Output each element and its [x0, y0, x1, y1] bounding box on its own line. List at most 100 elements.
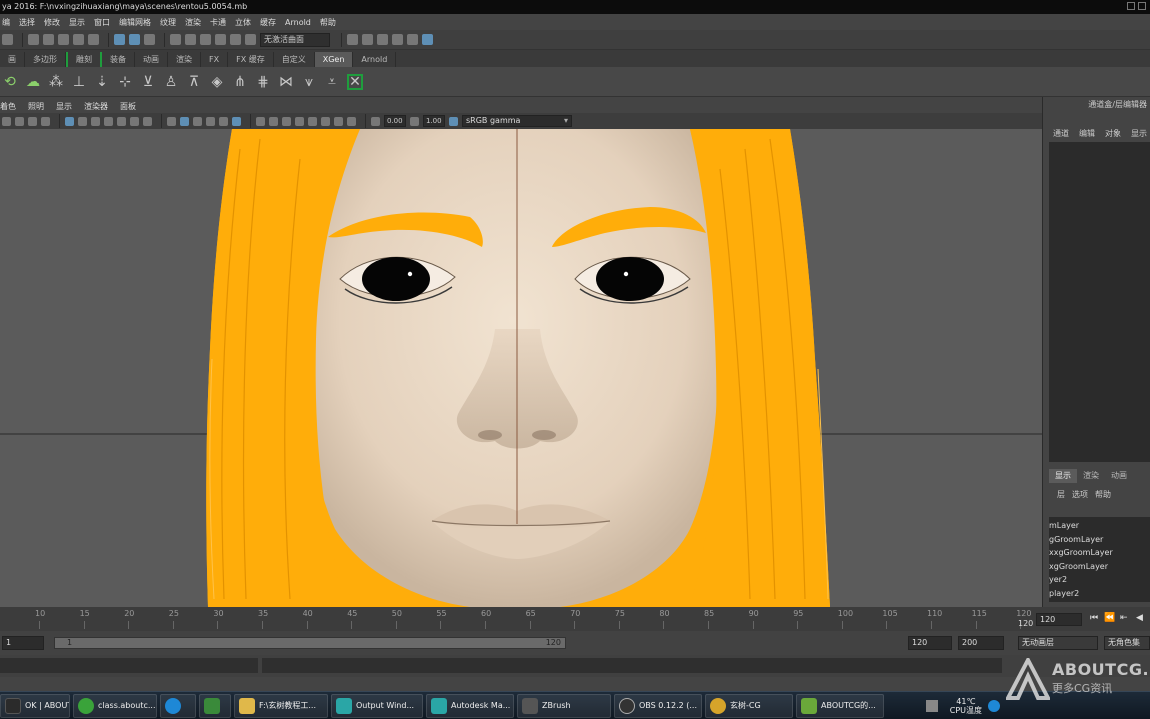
layer-item[interactable]: gGroomLayer [1049, 533, 1150, 547]
motion-blur-icon[interactable] [269, 116, 278, 126]
menu-item[interactable]: 显示 [69, 17, 85, 28]
color-management-icon[interactable] [449, 116, 458, 126]
save-scene-icon[interactable] [58, 34, 69, 45]
shelf-tab[interactable]: 画 [0, 52, 25, 67]
menu-item[interactable]: 卡通 [210, 17, 226, 28]
isolate-select-icon[interactable] [308, 116, 317, 126]
gamma-icon[interactable] [410, 116, 419, 126]
shelf-tab[interactable]: 渲染 [168, 52, 201, 67]
image-plane-icon[interactable] [41, 116, 50, 126]
menu-item[interactable]: 帮助 [320, 17, 336, 28]
minimize-icon[interactable] [1127, 2, 1135, 10]
safe-action-icon[interactable] [130, 116, 139, 126]
taskbar-item[interactable]: ABOUTCG的... [796, 693, 884, 718]
layer-menu-item[interactable]: 帮助 [1095, 489, 1111, 500]
xgen-move-icon[interactable]: ⇣ [94, 74, 110, 90]
layer-item[interactable]: yer2 [1049, 573, 1150, 587]
resolution-gate-icon[interactable] [91, 116, 100, 126]
menu-item[interactable]: 修改 [44, 17, 60, 28]
smooth-shade-icon[interactable] [180, 116, 189, 126]
viewport-menu-item[interactable]: 显示 [56, 101, 72, 112]
xgen-smooth-icon[interactable]: ⊻ [140, 74, 156, 90]
xgen-layer-icon[interactable]: ◈ [209, 74, 225, 90]
viewport-menu-item[interactable]: 照明 [28, 101, 44, 112]
menu-item[interactable]: 窗口 [94, 17, 110, 28]
hypershade-icon[interactable] [407, 34, 418, 45]
xgen-cut-icon[interactable]: ⋈ [278, 74, 294, 90]
taskbar-item[interactable]: OBS 0.12.2 (... [614, 693, 702, 718]
time-slider[interactable]: 10 15 20 25 30 35 40 45 50 55 60 65 70 75 80 85 90 95 100 1… [0, 607, 1150, 631]
xgen-length-icon[interactable]: ⊹ [117, 74, 133, 90]
layer-item[interactable]: player2 [1049, 587, 1150, 601]
xgen-freeze-icon[interactable]: ⊼ [186, 74, 202, 90]
channel-box-menu-item[interactable]: 编辑 [1079, 128, 1095, 139]
menu-item[interactable]: 纹理 [160, 17, 176, 28]
maximize-icon[interactable] [1138, 2, 1146, 10]
shelf-tab[interactable]: 动画 [135, 52, 168, 67]
wireframe-icon[interactable] [167, 116, 176, 126]
exposure-field[interactable]: 0.00 [384, 115, 406, 127]
snap-surface-icon[interactable] [230, 34, 241, 45]
shelf-tab[interactable]: 自定义 [274, 52, 315, 67]
character-set-dropdown[interactable]: 无角色集 [1104, 636, 1150, 650]
menu-item[interactable]: 立体 [235, 17, 251, 28]
3d-viewport[interactable] [0, 129, 1042, 607]
xgen-groom-icon[interactable]: ☁ [25, 74, 41, 90]
gate-mask-icon[interactable] [104, 116, 113, 126]
grid-icon[interactable] [65, 116, 74, 126]
depth-of-field-icon[interactable] [295, 116, 304, 126]
playback-range-bar[interactable]: 1 120 [54, 637, 566, 649]
current-time-marker[interactable]: 120 [1018, 619, 1033, 628]
channel-box-menu-item[interactable]: 对象 [1105, 128, 1121, 139]
max-time-field[interactable]: 200 [958, 636, 1004, 650]
xgen-place-icon[interactable]: ⊥ [71, 74, 87, 90]
xgen-clump-icon[interactable]: ⋔ [232, 74, 248, 90]
select-hierarchy-icon[interactable] [114, 34, 125, 45]
xgen-noise-icon[interactable]: ⋕ [255, 74, 271, 90]
menu-item[interactable]: 选择 [19, 17, 35, 28]
menu-set-dropdown-icon[interactable] [2, 34, 13, 45]
gamma-field[interactable]: 1.00 [423, 115, 445, 127]
textured-icon[interactable] [206, 116, 215, 126]
safe-title-icon[interactable] [143, 116, 152, 126]
channel-box-menu-item[interactable]: 显示 [1131, 128, 1147, 139]
shelf-tab[interactable]: FX 缓存 [228, 52, 274, 67]
snap-grid-icon[interactable] [170, 34, 181, 45]
xgen-attract-icon[interactable]: ⩡ [324, 74, 340, 90]
view-transform-dropdown[interactable]: sRGB gamma [462, 115, 572, 127]
xray-icon[interactable] [321, 116, 330, 126]
default-material-icon[interactable] [193, 116, 202, 126]
layer-menu-item[interactable]: 选项 [1072, 489, 1088, 500]
step-back-icon[interactable]: ⏪ [1104, 613, 1115, 623]
xgen-lock-icon[interactable]: ♙ [163, 74, 179, 90]
menu-item[interactable]: 缓存 [260, 17, 276, 28]
open-scene-icon[interactable] [43, 34, 54, 45]
taskbar-item[interactable]: 玄树-CG [705, 693, 793, 718]
arnold-render-icon[interactable] [422, 34, 433, 45]
step-key-back-icon[interactable]: ⇤ [1120, 613, 1128, 623]
shelf-tab[interactable]: 多边形 [25, 52, 66, 67]
anti-alias-icon[interactable] [282, 116, 291, 126]
snap-view-plane-icon[interactable] [215, 34, 226, 45]
taskbar-item[interactable]: OK | ABOUT... [0, 693, 70, 718]
layer-tab-render[interactable]: 渲染 [1077, 469, 1105, 483]
render-frame-icon[interactable] [362, 34, 373, 45]
exposure-icon[interactable] [371, 116, 380, 126]
render-view-icon[interactable] [392, 34, 403, 45]
camera-attributes-icon[interactable] [15, 116, 24, 126]
taskbar-item[interactable] [160, 693, 196, 718]
viewport-menu-item[interactable]: 渲染器 [84, 101, 108, 112]
ipr-render-icon[interactable] [377, 34, 388, 45]
layer-tab-display[interactable]: 显示 [1049, 469, 1077, 483]
taskbar-item[interactable] [199, 693, 231, 718]
shelf-tab[interactable]: FX [201, 52, 229, 67]
screen-space-ao-icon[interactable] [256, 116, 265, 126]
backface-icon[interactable] [347, 116, 356, 126]
make-live-icon[interactable] [245, 34, 256, 45]
xgen-comb-icon[interactable]: ⩛ [301, 74, 317, 90]
layer-item[interactable]: xxgGroomLayer [1049, 546, 1150, 560]
taskbar-item[interactable]: F:\玄树教程工... [234, 693, 328, 718]
taskbar-item[interactable]: Autodesk Ma... [426, 693, 514, 718]
snap-curve-icon[interactable] [185, 34, 196, 45]
taskbar-item[interactable]: Output Wind... [331, 693, 423, 718]
